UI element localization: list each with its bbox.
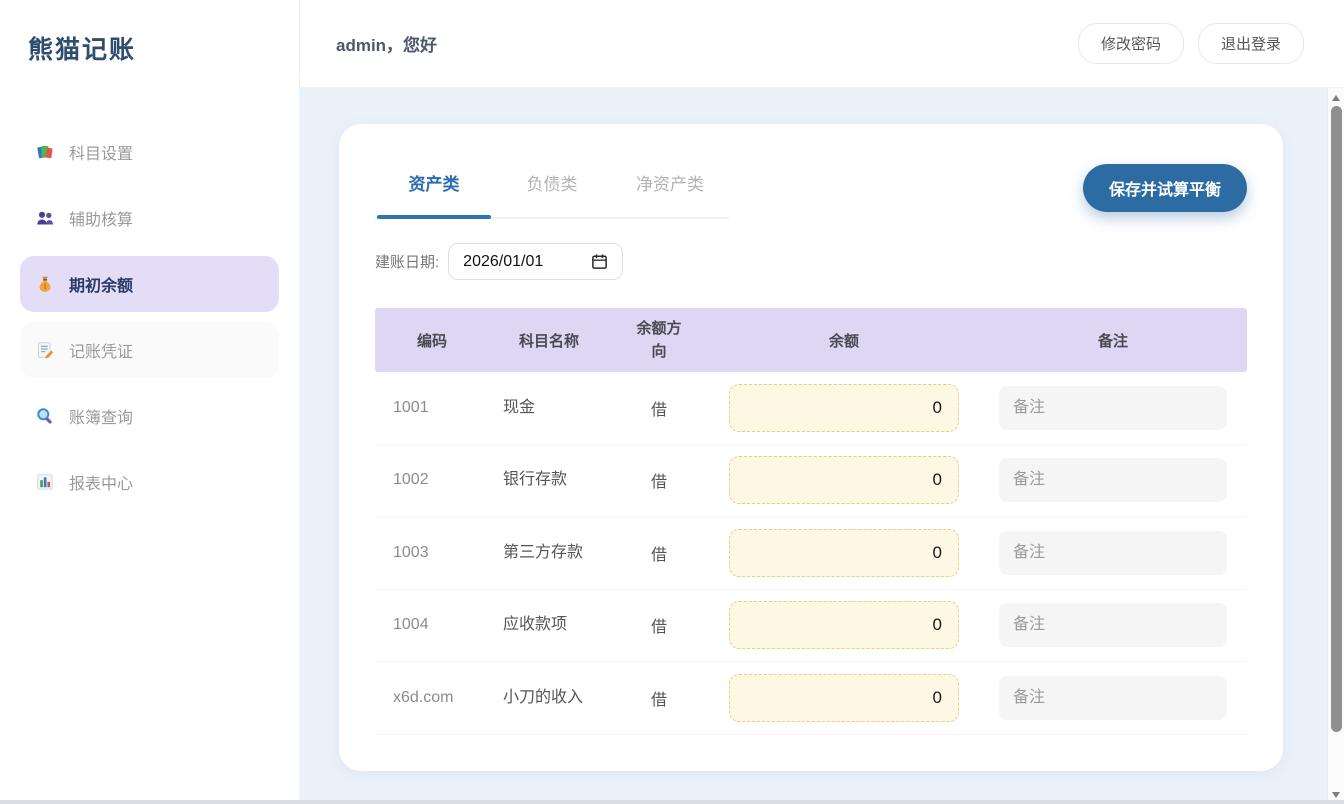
sidebar-item-auxiliary-accounting[interactable]: 辅助核算 — [20, 190, 279, 246]
change-password-button[interactable]: 修改密码 — [1078, 23, 1184, 64]
tab-net-assets[interactable]: 净资产类 — [611, 164, 729, 217]
sidebar-item-label: 期初余额 — [69, 272, 133, 296]
arrow-up-icon — [1332, 95, 1340, 101]
balance-direction: 借 — [609, 541, 709, 565]
sidebar-item-report-center[interactable]: 报表中心 — [20, 454, 279, 510]
logout-button[interactable]: 退出登录 — [1198, 23, 1304, 64]
subject-code: 1004 — [375, 616, 489, 634]
table-row: 1001 现金 借 — [375, 372, 1247, 445]
remark-cell — [979, 603, 1247, 647]
sidebar-item-label: 报表中心 — [69, 470, 133, 494]
balance-input[interactable] — [729, 384, 959, 432]
col-header-remark: 备注 — [979, 330, 1247, 351]
sidebar-item-opening-balance[interactable]: 期初余额 — [20, 256, 279, 312]
money-bag-icon — [35, 274, 55, 294]
table-row: 1004 应收款项 借 — [375, 590, 1247, 663]
subject-name: 应收款项 — [489, 612, 609, 638]
user-greeting: admin，您好 — [336, 31, 437, 56]
remark-cell — [979, 458, 1247, 502]
card-top-bar: 资产类 负债类 净资产类 保存并试算平衡 — [375, 164, 1247, 219]
balance-table: 编码 科目名称 余额方向 余额 备注 1001 现金 借 — [375, 308, 1247, 735]
subject-name: 小刀的收入 — [489, 685, 609, 711]
books-icon — [35, 142, 55, 162]
main-area: admin，您好 修改密码 退出登录 资产类 负债类 净资产类 保存并试算平衡 … — [300, 0, 1344, 804]
balance-direction: 借 — [609, 613, 709, 637]
save-trial-balance-button[interactable]: 保存并试算平衡 — [1083, 164, 1247, 212]
account-date-row: 建账日期: 2026/01/01 — [375, 243, 1247, 280]
remark-input[interactable] — [999, 531, 1227, 575]
sidebar-item-subject-settings[interactable]: 科目设置 — [20, 124, 279, 180]
balance-cell — [709, 529, 979, 577]
start-date-input[interactable]: 2026/01/01 — [448, 243, 623, 280]
users-icon — [35, 208, 55, 228]
balance-direction: 借 — [609, 468, 709, 492]
sidebar-menu: 科目设置 辅助核算 期初余额 — [0, 124, 299, 510]
tab-assets[interactable]: 资产类 — [375, 164, 493, 217]
table-row: 1003 第三方存款 借 — [375, 517, 1247, 590]
balance-cell — [709, 384, 979, 432]
balance-cell — [709, 601, 979, 649]
subject-code: 1001 — [375, 399, 489, 417]
subject-code: 1003 — [375, 544, 489, 562]
balance-direction: 借 — [609, 686, 709, 710]
sidebar-item-label: 账簿查询 — [69, 404, 133, 428]
balance-input[interactable] — [729, 529, 959, 577]
remark-input[interactable] — [999, 386, 1227, 430]
remark-cell — [979, 386, 1247, 430]
header-actions: 修改密码 退出登录 — [1078, 23, 1304, 64]
balance-direction: 借 — [609, 396, 709, 420]
vertical-scrollbar[interactable] — [1327, 88, 1344, 804]
search-icon — [35, 406, 55, 426]
opening-balance-card: 资产类 负债类 净资产类 保存并试算平衡 建账日期: 2026/01/01 — [339, 124, 1283, 771]
date-label: 建账日期: — [375, 251, 439, 272]
subject-code: 1002 — [375, 471, 489, 489]
date-value: 2026/01/01 — [463, 253, 591, 271]
balance-input[interactable] — [729, 456, 959, 504]
col-header-balance: 余额 — [709, 330, 979, 351]
sidebar-item-ledger-query[interactable]: 账簿查询 — [20, 388, 279, 444]
tab-liabilities[interactable]: 负债类 — [493, 164, 611, 217]
sidebar-item-voucher[interactable]: 记账凭证 — [20, 322, 279, 378]
balance-cell — [709, 456, 979, 504]
sidebar: 熊猫记账 科目设置 辅助核算 — [0, 0, 300, 804]
remark-input[interactable] — [999, 603, 1227, 647]
subject-code: x6d.com — [375, 689, 489, 707]
remark-cell — [979, 531, 1247, 575]
scroll-up-button[interactable] — [1328, 89, 1344, 106]
remark-cell — [979, 676, 1247, 720]
sidebar-item-label: 科目设置 — [69, 140, 133, 164]
table-row: 1002 银行存款 借 — [375, 445, 1247, 518]
memo-icon — [35, 340, 55, 360]
bar-chart-icon — [35, 472, 55, 492]
category-tabs: 资产类 负债类 净资产类 — [375, 164, 729, 219]
col-header-direction: 余额方向 — [609, 317, 709, 364]
sidebar-item-label: 辅助核算 — [69, 206, 133, 230]
remark-input[interactable] — [999, 458, 1227, 502]
app-window: 熊猫记账 科目设置 辅助核算 — [0, 0, 1344, 804]
table-row: x6d.com 小刀的收入 借 — [375, 662, 1247, 735]
remark-input[interactable] — [999, 676, 1227, 720]
content-area: 资产类 负债类 净资产类 保存并试算平衡 建账日期: 2026/01/01 — [300, 88, 1344, 804]
arrow-down-icon — [1332, 792, 1340, 798]
balance-cell — [709, 674, 979, 722]
calendar-icon — [591, 253, 608, 270]
subject-name: 第三方存款 — [489, 540, 609, 566]
horizontal-scrollbar[interactable] — [0, 800, 1344, 804]
top-header: admin，您好 修改密码 退出登录 — [300, 0, 1344, 88]
scrollbar-thumb[interactable] — [1331, 106, 1342, 732]
subject-name: 银行存款 — [489, 467, 609, 493]
table-header-row: 编码 科目名称 余额方向 余额 备注 — [375, 308, 1247, 372]
col-header-name: 科目名称 — [489, 330, 609, 351]
app-logo: 熊猫记账 — [0, 0, 299, 66]
balance-input[interactable] — [729, 601, 959, 649]
col-header-code: 编码 — [375, 330, 489, 351]
balance-input[interactable] — [729, 674, 959, 722]
sidebar-item-label: 记账凭证 — [69, 338, 133, 362]
subject-name: 现金 — [489, 395, 609, 421]
